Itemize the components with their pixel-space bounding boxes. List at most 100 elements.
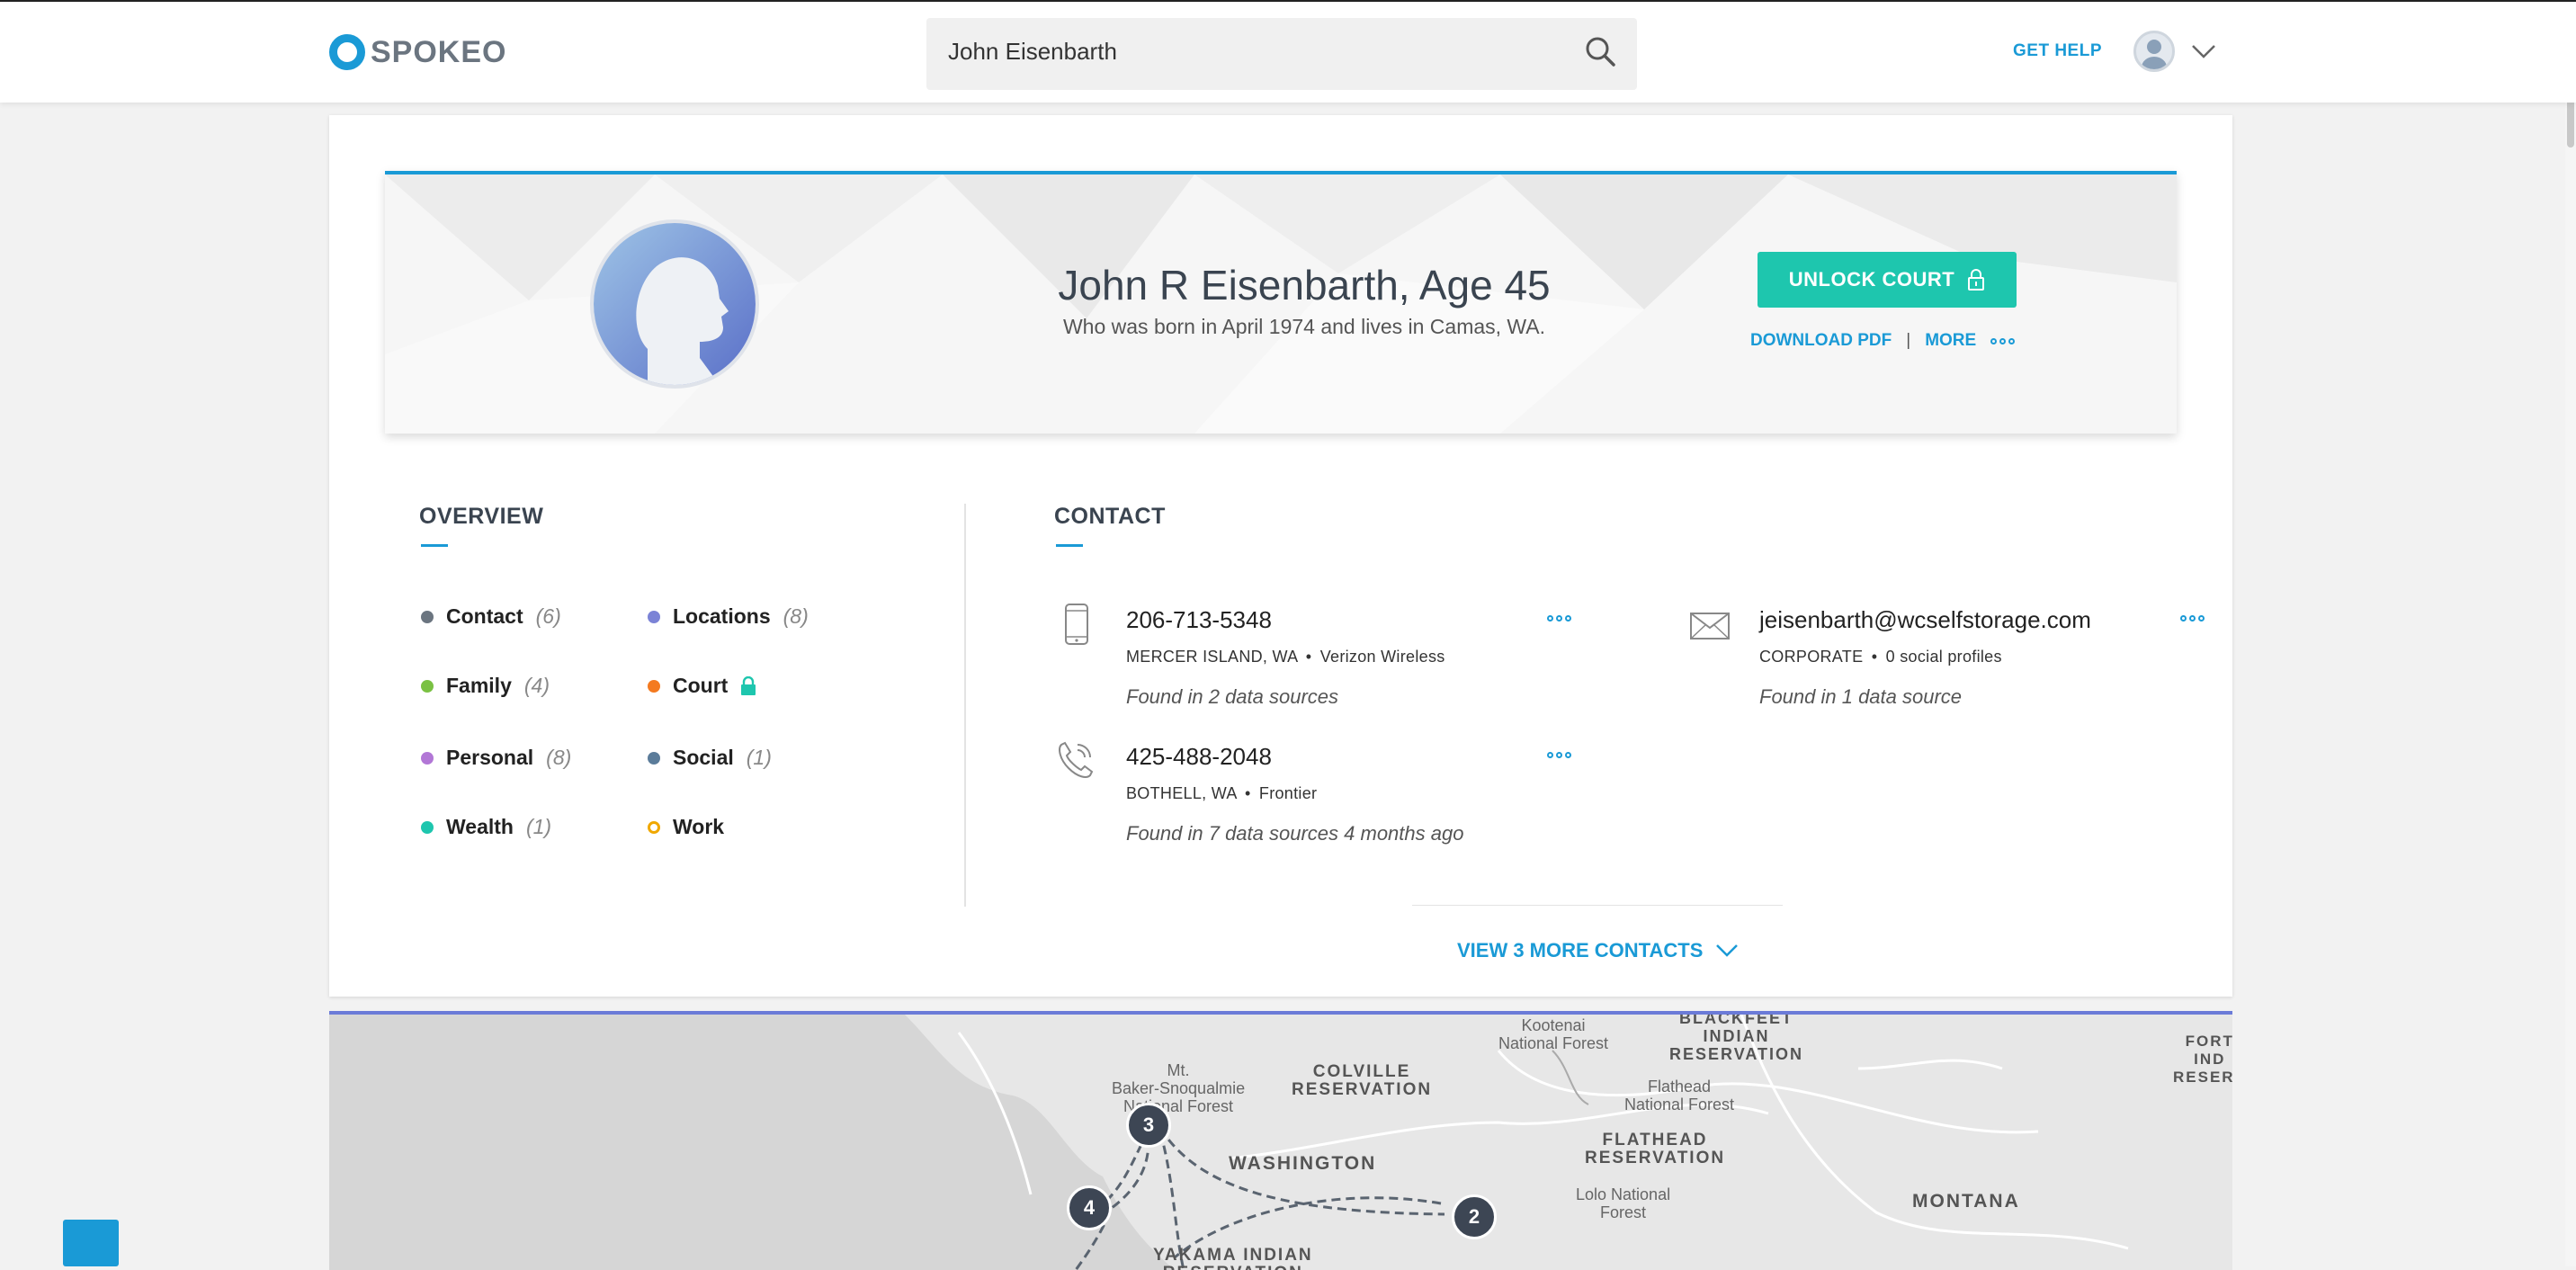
phone-meta-1: MERCER ISLAND, WA • Verizon Wireless [1126,648,1445,666]
phone-carrier: Frontier [1258,784,1318,802]
locations-map[interactable]: Kootenai National Forest BLACKFEET INDIA… [329,1011,2232,1270]
contact-underline [1056,544,1083,547]
more-options-icon[interactable] [1990,337,2016,344]
avatar-silhouette-icon [2142,40,2167,69]
overview-count: (1) [746,746,772,769]
wealth-dot-icon [421,820,434,834]
more-link[interactable]: MORE [1925,331,1976,351]
overview-label: Court [673,674,729,697]
link-separator: | [1906,331,1911,350]
profile-silhouette-icon [594,223,756,385]
overview-label: Family [446,674,512,697]
overview-count: (1) [525,815,552,838]
map-marker-3[interactable]: 3 [1126,1103,1171,1148]
map-label-colville: COLVILLE RESERVATION [1292,1062,1433,1099]
logo-text: SPOKEO [371,34,507,69]
unlock-court-label: UNLOCK COURT [1788,268,1955,291]
email-address[interactable]: jeisenbarth@wcselfstorage.com [1759,606,2091,634]
mobile-phone-icon [1065,604,1088,645]
phone-meta-2: BOTHELL, WA • Frontier [1126,784,1318,802]
map-label-blackfeet: BLACKFEET INDIAN RESERVATION [1669,1011,1804,1063]
map-label-kootenai: Kootenai National Forest [1498,1016,1609,1052]
locations-dot-icon [648,610,660,623]
view-more-label: VIEW 3 MORE CONTACTS [1457,939,1704,961]
map-label-washington: WASHINGTON [1229,1153,1377,1174]
phone-carrier: Verizon Wireless [1319,648,1445,666]
map-label-montana: MONTANA [1912,1191,2020,1212]
hero-actions: DOWNLOAD PDF | MORE [1750,331,2016,351]
email-type: CORPORATE [1759,648,1864,666]
email-found: Found in 1 data source [1759,685,1963,708]
overview-count: (4) [523,674,550,697]
overview-label: Locations [673,604,771,628]
phone-number-1[interactable]: 206-713-5348 [1126,606,1272,634]
section-divider [964,504,966,907]
contact-title: CONTACT [1054,504,1166,529]
search-value[interactable]: John Eisenbarth [948,38,1117,66]
overview-item-social[interactable]: Social (1) [648,746,772,770]
overview-label: Work [673,815,725,838]
email-options-icon[interactable] [2180,615,2205,622]
phone-location: MERCER ISLAND, WA [1126,648,1298,666]
overview-label: Wealth [446,815,514,838]
work-dot-icon [648,820,660,834]
phone-1-options-icon[interactable] [1547,615,1571,622]
map-label-lolo: Lolo National Forest [1576,1185,1671,1221]
map-label-yakama: YAKAMA INDIAN RESERVATION [1153,1246,1313,1270]
view-more-contacts-button[interactable]: VIEW 3 MORE CONTACTS [1457,939,1739,962]
overview-item-court[interactable]: Court [648,674,756,698]
family-dot-icon [421,679,434,693]
overview-item-contact[interactable]: Contact (6) [421,604,561,629]
overview-item-locations[interactable]: Locations (8) [648,604,809,629]
landline-phone-icon [1059,741,1094,778]
map-label-mt-baker: Mt. Baker-Snoqualmie National Forest [1112,1061,1246,1115]
view-more-divider [1412,905,1783,906]
chat-widget-button[interactable] [63,1220,119,1266]
phone-2-options-icon[interactable] [1547,752,1571,758]
overview-item-wealth[interactable]: Wealth (1) [421,815,551,839]
page-scrollbar[interactable] [2565,0,2576,1266]
map-terrain [329,1015,2232,1270]
overview-label: Social [673,746,734,769]
overview-item-family[interactable]: Family (4) [421,674,550,698]
email-social: 0 social profiles [1885,648,2002,666]
social-dot-icon [648,751,660,765]
map-label-flathead-nf: Flathead National Forest [1624,1078,1735,1113]
map-label-fort: FORT IND RESERV [2173,1033,2232,1086]
email-envelope-icon [1690,613,1730,639]
overview-count: (6) [535,604,561,628]
overview-title: OVERVIEW [419,504,544,529]
user-avatar[interactable] [2133,31,2175,72]
chevron-down-icon [1716,944,1739,957]
get-help-link[interactable]: GET HELP [2013,41,2102,61]
overview-count: (8) [546,746,572,769]
overview-underline [421,544,448,547]
map-marker-2[interactable]: 2 [1452,1194,1497,1239]
search-input[interactable]: John Eisenbarth [926,18,1637,90]
email-meta: CORPORATE • 0 social profiles [1759,648,2002,666]
phone-found-1: Found in 2 data sources [1126,685,1339,708]
profile-avatar [590,219,759,389]
phone-found-2: Found in 7 data sources 4 months ago [1126,822,1464,845]
spokeo-logo[interactable]: SPOKEO [329,32,506,72]
top-bar: SPOKEO John Eisenbarth GET HELP [0,0,2576,103]
download-pdf-link[interactable]: DOWNLOAD PDF [1750,331,1892,351]
logo-mark-icon [329,34,365,70]
lock-icon [1968,269,1985,291]
phone-number-2[interactable]: 425-488-2048 [1126,743,1272,771]
person-subtitle: Who was born in April 1974 and lives in … [1062,315,1546,338]
overview-count: (8) [783,604,809,628]
map-label-flathead-res: FLATHEAD RESERVATION [1585,1131,1726,1167]
person-name: John R Eisenbarth, Age 45 [1058,262,1551,309]
court-dot-icon [648,679,660,693]
unlock-court-button[interactable]: UNLOCK COURT [1758,252,2017,308]
overview-item-personal[interactable]: Personal (8) [421,746,571,770]
search-icon[interactable] [1583,34,1619,70]
overview-label: Personal [446,746,534,769]
map-marker-4[interactable]: 4 [1067,1185,1112,1230]
court-lock-icon [741,675,756,695]
overview-item-work[interactable]: Work [648,815,724,839]
overview-label: Contact [446,604,523,628]
personal-dot-icon [421,751,434,765]
account-chevron-down-icon[interactable] [2191,43,2216,59]
